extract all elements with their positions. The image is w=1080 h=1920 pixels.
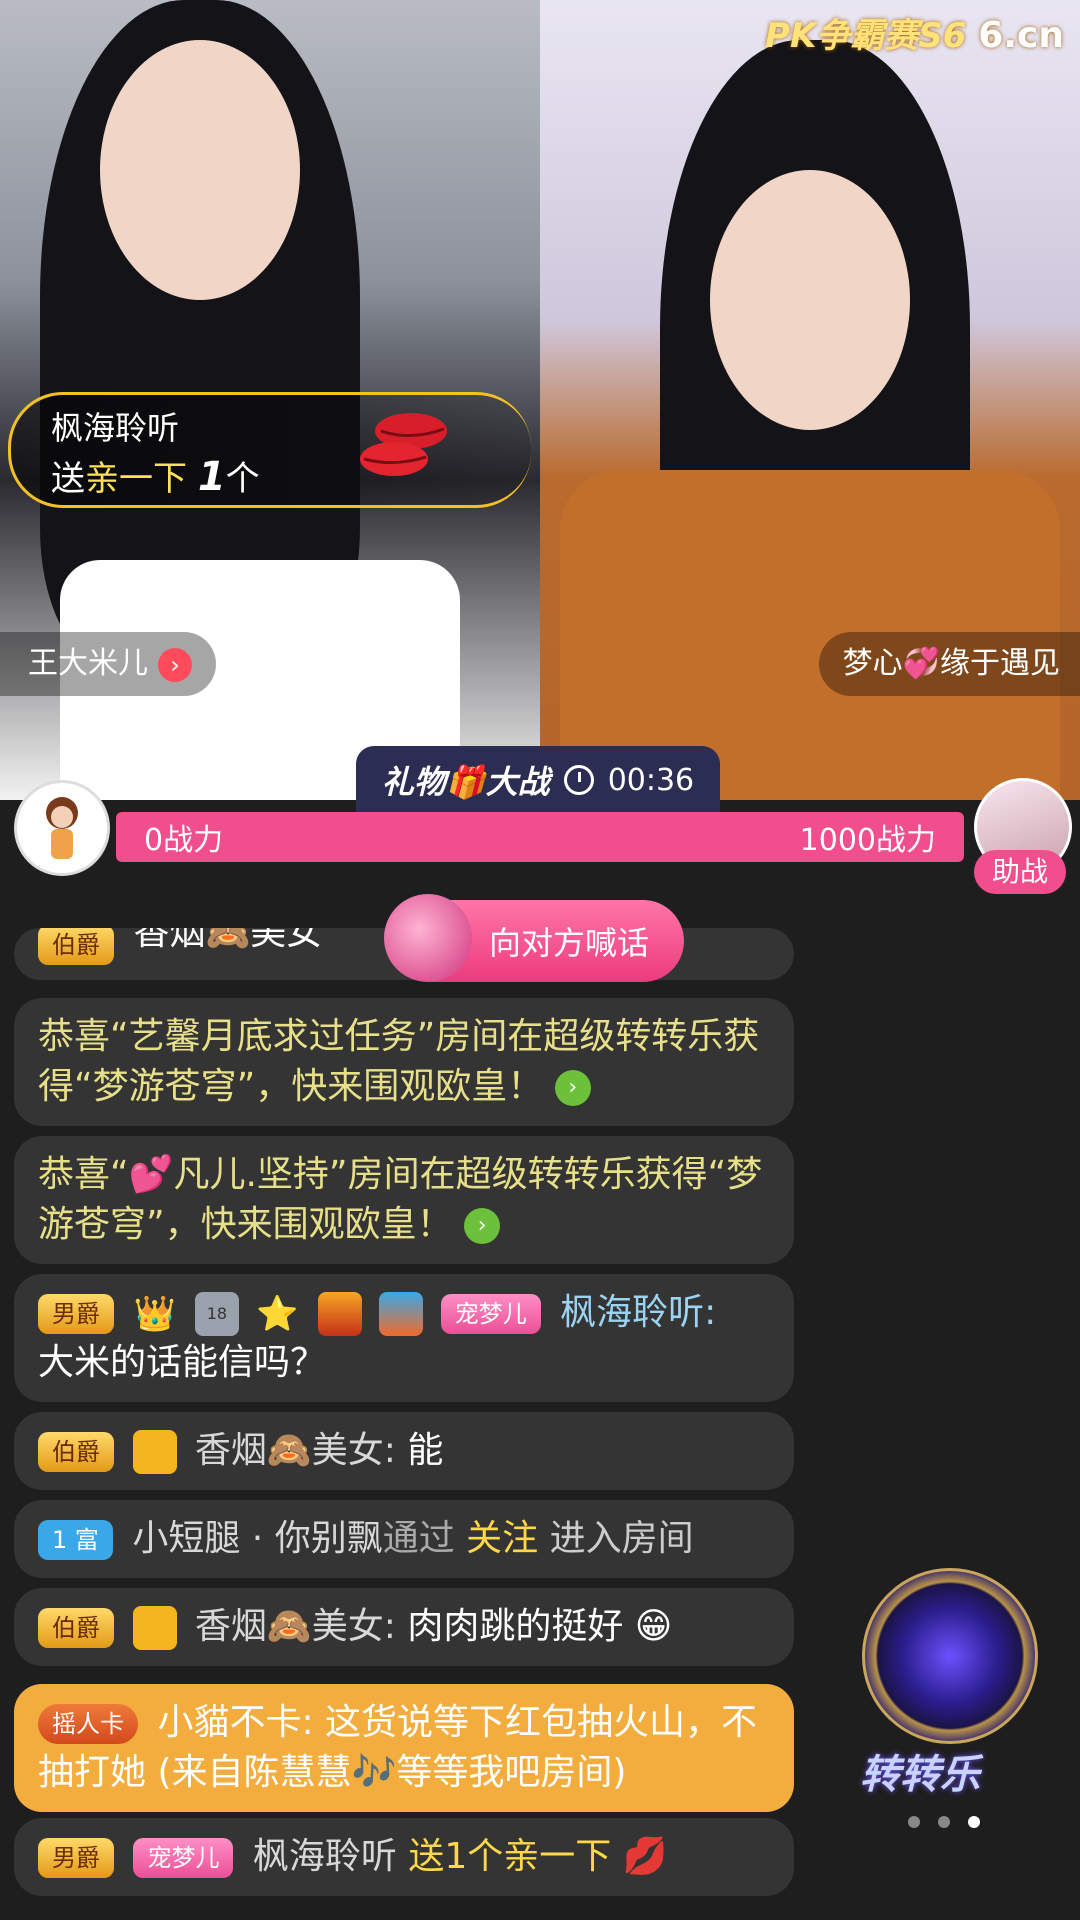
gift-text: 送1个亲一下 bbox=[408, 1836, 612, 1877]
enter-room-message: 1 富 小短腿 · 你别飘通过 关注 进入房间 bbox=[14, 1500, 794, 1578]
summon-card-badge: 摇人卡 bbox=[38, 1704, 138, 1744]
go-arrow-icon[interactable]: › bbox=[464, 1208, 501, 1244]
kiss-lips-icon bbox=[360, 413, 447, 476]
chat-message: 男爵 👑 18 ⭐ 宠梦儿 枫海聆听: 大米的话能信吗？ bbox=[14, 1274, 794, 1402]
username[interactable]: 小短腿 · 你别飘 bbox=[132, 1518, 382, 1559]
user-icon bbox=[133, 1430, 178, 1474]
left-host-name: 王大米儿 bbox=[28, 646, 148, 681]
rank-badge: 伯爵 bbox=[38, 1608, 114, 1648]
shout-to-opponent-button[interactable]: 向对方喊话 bbox=[384, 894, 684, 982]
pk-season-logo: PK争霸赛S6 6.cn bbox=[765, 15, 1064, 56]
page-dot[interactable] bbox=[938, 1816, 950, 1828]
chat-message: 伯爵 香烟🙈美女: 能 bbox=[14, 1412, 794, 1490]
system-message: 恭喜“艺馨月底求过任务”房间在超级转转乐获得“梦游苍穹”，快来围观欧皇！ › bbox=[14, 998, 794, 1126]
username: 香烟🙈美女 bbox=[133, 928, 323, 953]
right-host-name-part1: 梦心 bbox=[842, 646, 903, 681]
page-dot-active[interactable] bbox=[968, 1816, 980, 1828]
left-host-name-tag[interactable]: 王大米儿 › bbox=[0, 632, 216, 696]
gift-description: 送亲一下 1个 bbox=[51, 454, 260, 500]
left-power: 0战力 bbox=[144, 823, 224, 858]
help-battle-button[interactable]: 助战 bbox=[974, 850, 1066, 894]
rank-badge: 男爵 bbox=[38, 1838, 114, 1878]
username[interactable]: 枫海聆听 bbox=[253, 1836, 397, 1877]
username[interactable]: 香烟🙈美女: bbox=[195, 1606, 396, 1647]
message-text: 肉肉跳的挺好 😁 bbox=[407, 1606, 673, 1647]
message-text: 能 bbox=[407, 1430, 444, 1471]
rank-badge: 男爵 bbox=[38, 1294, 114, 1334]
right-host-name-part2: 缘于遇见 bbox=[940, 646, 1060, 681]
fan-badge: 宠梦儿 bbox=[440, 1294, 541, 1334]
gift-sender: 枫海聆听 bbox=[51, 409, 180, 447]
battle-title: 礼物🎁大战 bbox=[381, 763, 550, 801]
treasure-icon bbox=[317, 1292, 362, 1336]
battle-power-bar: 0战力 1000战力 bbox=[116, 812, 964, 862]
via-text: 通过 bbox=[382, 1518, 455, 1559]
kiss-lips-icon: 💋 bbox=[622, 1836, 668, 1877]
battle-timer: 00:36 bbox=[607, 762, 695, 798]
chat-message: 伯爵 香烟🙈美女: 肉肉跳的挺好 😁 bbox=[14, 1588, 794, 1666]
gift-battle-header: 礼物🎁大战 00:36 bbox=[356, 746, 720, 814]
page-indicator bbox=[908, 1816, 980, 1828]
shield-level-icon: 18 bbox=[194, 1292, 239, 1336]
summon-card-message: 摇人卡 小貓不卡: 这货说等下红包抽火山，不抽打她 (来自陈慧慧🎶等等我吧房间) bbox=[14, 1684, 794, 1812]
host-face bbox=[100, 40, 300, 300]
system-message-text: 恭喜“💕凡儿.坚持”房间在超级转转乐获得“梦游苍穹”，快来围观欧皇！ bbox=[38, 1154, 763, 1245]
action-text: 关注 bbox=[466, 1518, 539, 1559]
username[interactable]: 枫海聆听: bbox=[560, 1292, 716, 1333]
message-text: 大米的话能信吗？ bbox=[38, 1342, 327, 1383]
rank-badge: 伯爵 bbox=[38, 928, 114, 965]
fox-icon bbox=[379, 1292, 424, 1336]
shout-label: 向对方喊话 bbox=[488, 924, 649, 962]
fan-badge: 宠梦儿 bbox=[133, 1838, 234, 1878]
crown-icon: 👑 bbox=[133, 1294, 176, 1334]
host-face bbox=[710, 170, 910, 430]
gift-message: 男爵 宠梦儿 枫海聆听 送1个亲一下 💋 bbox=[14, 1818, 794, 1896]
wealth-badge: 1 富 bbox=[38, 1520, 113, 1560]
rank-badge: 伯爵 bbox=[38, 1432, 114, 1472]
message-text: 小貓不卡: 这货说等下红包抽火山，不抽打她 (来自陈慧慧🎶等等我吧房间) bbox=[38, 1702, 758, 1793]
megaphone-icon bbox=[384, 894, 472, 982]
chevron-right-icon: › bbox=[158, 647, 192, 682]
lucky-wheel-label[interactable]: 转转乐 bbox=[860, 1742, 980, 1800]
system-message: 恭喜“💕凡儿.坚持”房间在超级转转乐获得“梦游苍穹”，快来围观欧皇！ › bbox=[14, 1136, 794, 1264]
right-power: 1000战力 bbox=[799, 823, 936, 858]
clock-icon bbox=[563, 765, 594, 795]
user-icon bbox=[133, 1606, 178, 1650]
enter-text: 进入房间 bbox=[549, 1518, 694, 1559]
page-dot[interactable] bbox=[908, 1816, 920, 1828]
gift-notification-banner: 枫海聆听 送亲一下 1个 bbox=[8, 392, 531, 508]
lucky-wheel-button[interactable] bbox=[862, 1568, 1038, 1744]
system-message-text: 恭喜“艺馨月底求过任务”房间在超级转转乐获得“梦游苍穹”，快来围观欧皇！ bbox=[38, 1016, 760, 1107]
go-arrow-icon[interactable]: › bbox=[554, 1070, 591, 1106]
right-host-name-tag[interactable]: 梦心💞缘于遇见 bbox=[818, 632, 1080, 696]
username[interactable]: 香烟🙈美女: bbox=[195, 1430, 396, 1471]
left-team-avatar[interactable] bbox=[14, 780, 110, 876]
star-icon: ⭐ bbox=[256, 1294, 299, 1334]
heart-icon: 💞 bbox=[902, 646, 940, 681]
